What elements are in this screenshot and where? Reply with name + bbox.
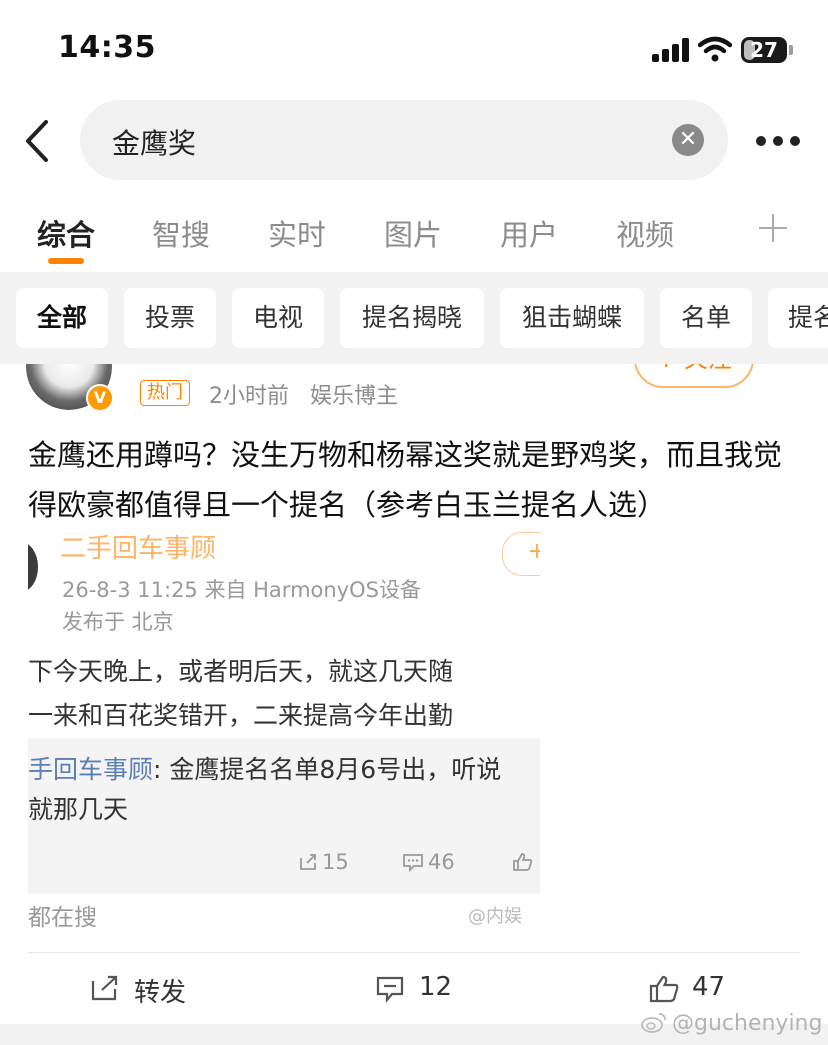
- verified-badge-icon: V: [86, 384, 114, 412]
- embed-watermark: @内娱: [468, 906, 522, 927]
- filter-chip-nominate[interactable]: 提名: [768, 288, 828, 348]
- post-image[interactable]: 二手回车事顾 + 26-8-3 11:25 来自 HarmonyOS设备 发布于…: [28, 532, 540, 932]
- embed-quote: 手回车事顾: 金鹰提名名单8月6号出，听说 就那几天 15 46: [28, 738, 540, 894]
- filter-chip-nominations[interactable]: 提名揭晓: [340, 288, 484, 348]
- embed-repost-count: 15: [322, 850, 349, 874]
- comment-button[interactable]: 12: [375, 968, 465, 1012]
- filter-chip-list[interactable]: 名单: [660, 288, 752, 348]
- search-input[interactable]: 金鹰奖 ✕: [80, 100, 728, 180]
- filter-chip-vote[interactable]: 投票: [124, 288, 216, 348]
- status-bar: 14:35 27: [0, 0, 828, 100]
- chevron-left-icon[interactable]: [20, 116, 56, 166]
- filter-chip-all[interactable]: 全部: [16, 288, 108, 348]
- clear-icon[interactable]: ✕: [672, 124, 704, 156]
- embed-repost: 15: [298, 850, 349, 874]
- embed-comment-count: 46: [428, 850, 455, 874]
- comment-icon: [403, 854, 423, 873]
- embed-follow: +: [502, 532, 540, 576]
- post-time: 2小时前: [209, 384, 289, 409]
- tab-videos[interactable]: 视频: [616, 212, 674, 254]
- tab-images[interactable]: 图片: [384, 212, 442, 254]
- embed-actions: 15 46: [28, 842, 540, 882]
- thumbs-up-icon: [649, 975, 679, 1003]
- divider: [28, 952, 800, 953]
- comment-icon: [376, 976, 404, 1004]
- embed-footer-left: 都在搜: [28, 905, 97, 931]
- tab-realtime[interactable]: 实时: [268, 212, 326, 254]
- search-query: 金鹰奖: [112, 127, 197, 160]
- repost-label: 转发: [134, 978, 187, 1008]
- comment-count: 12: [419, 972, 453, 1002]
- watermark-text: @guchenying: [672, 1011, 823, 1036]
- embed-location: 发布于 北京: [62, 610, 174, 634]
- battery-level: 27: [750, 38, 778, 62]
- filter-bar: 全部 投票 电视 提名揭晓 狙击蝴蝶 名单 提名: [0, 272, 828, 364]
- battery-tip: [789, 45, 793, 55]
- status-time: 14:35: [58, 30, 156, 65]
- tab-users[interactable]: 用户: [500, 212, 558, 254]
- embed-avatar: [28, 542, 38, 592]
- embed-comment: 46: [402, 850, 455, 874]
- wifi-icon: [698, 36, 732, 62]
- share-icon: [91, 975, 118, 1001]
- filter-chip-tv[interactable]: 电视: [232, 288, 324, 348]
- embed-body-line: 一来和百花奖错开，二来提高今年出勤: [28, 701, 454, 730]
- active-tab-indicator: [48, 258, 84, 264]
- search-tabs: 综合 智搜 实时 图片 用户 视频: [0, 196, 828, 272]
- embed-body-line: 下今天晚上，或者明后天，就这几天随: [28, 657, 454, 686]
- watermark: @guchenying: [640, 1010, 822, 1036]
- filter-chip-snipe-butterfly[interactable]: 狙击蝴蝶: [500, 288, 644, 348]
- add-tab-icon[interactable]: [758, 214, 788, 244]
- embed-quote-content: : 金鹰提名名单8月6号出，听说: [153, 755, 502, 784]
- more-icon[interactable]: [754, 126, 802, 156]
- hot-tag: 热门: [140, 380, 190, 406]
- tab-smart-search[interactable]: 智搜: [152, 212, 210, 254]
- embed-quote-author: 手回车事顾: [28, 755, 154, 784]
- repost-button[interactable]: 转发: [90, 968, 200, 1012]
- embed-footer: 都在搜 @内娱: [28, 898, 540, 932]
- battery-icon: 27: [741, 37, 787, 63]
- embed-like: [512, 850, 538, 874]
- embed-body: 下今天晚上，或者明后天，就这几天随 一来和百花奖错开，二来提高今年出勤: [28, 650, 540, 738]
- embed-quote-line: 就那几天: [28, 795, 129, 824]
- thumbs-up-icon: [513, 853, 533, 871]
- like-count: 47: [692, 972, 726, 1002]
- tab-comprehensive[interactable]: 综合: [37, 212, 95, 254]
- embed-quote-text: 手回车事顾: 金鹰提名名单8月6号出，听说 就那几天: [28, 750, 501, 830]
- weibo-logo-icon: [641, 1013, 666, 1033]
- share-icon: [300, 854, 316, 870]
- embed-author: 二手回车事顾: [60, 534, 217, 564]
- post-text: 金鹰还用蹲吗？没生万物和杨幂这奖就是野鸡奖，而且我觉得欧豪都值得且一个提名（参考…: [28, 438, 783, 522]
- embed-meta: 26-8-3 11:25 来自 HarmonyOS设备: [62, 578, 421, 602]
- post-source: 娱乐博主: [310, 384, 399, 409]
- like-button[interactable]: 47: [648, 968, 738, 1012]
- signal-icon: [652, 38, 690, 62]
